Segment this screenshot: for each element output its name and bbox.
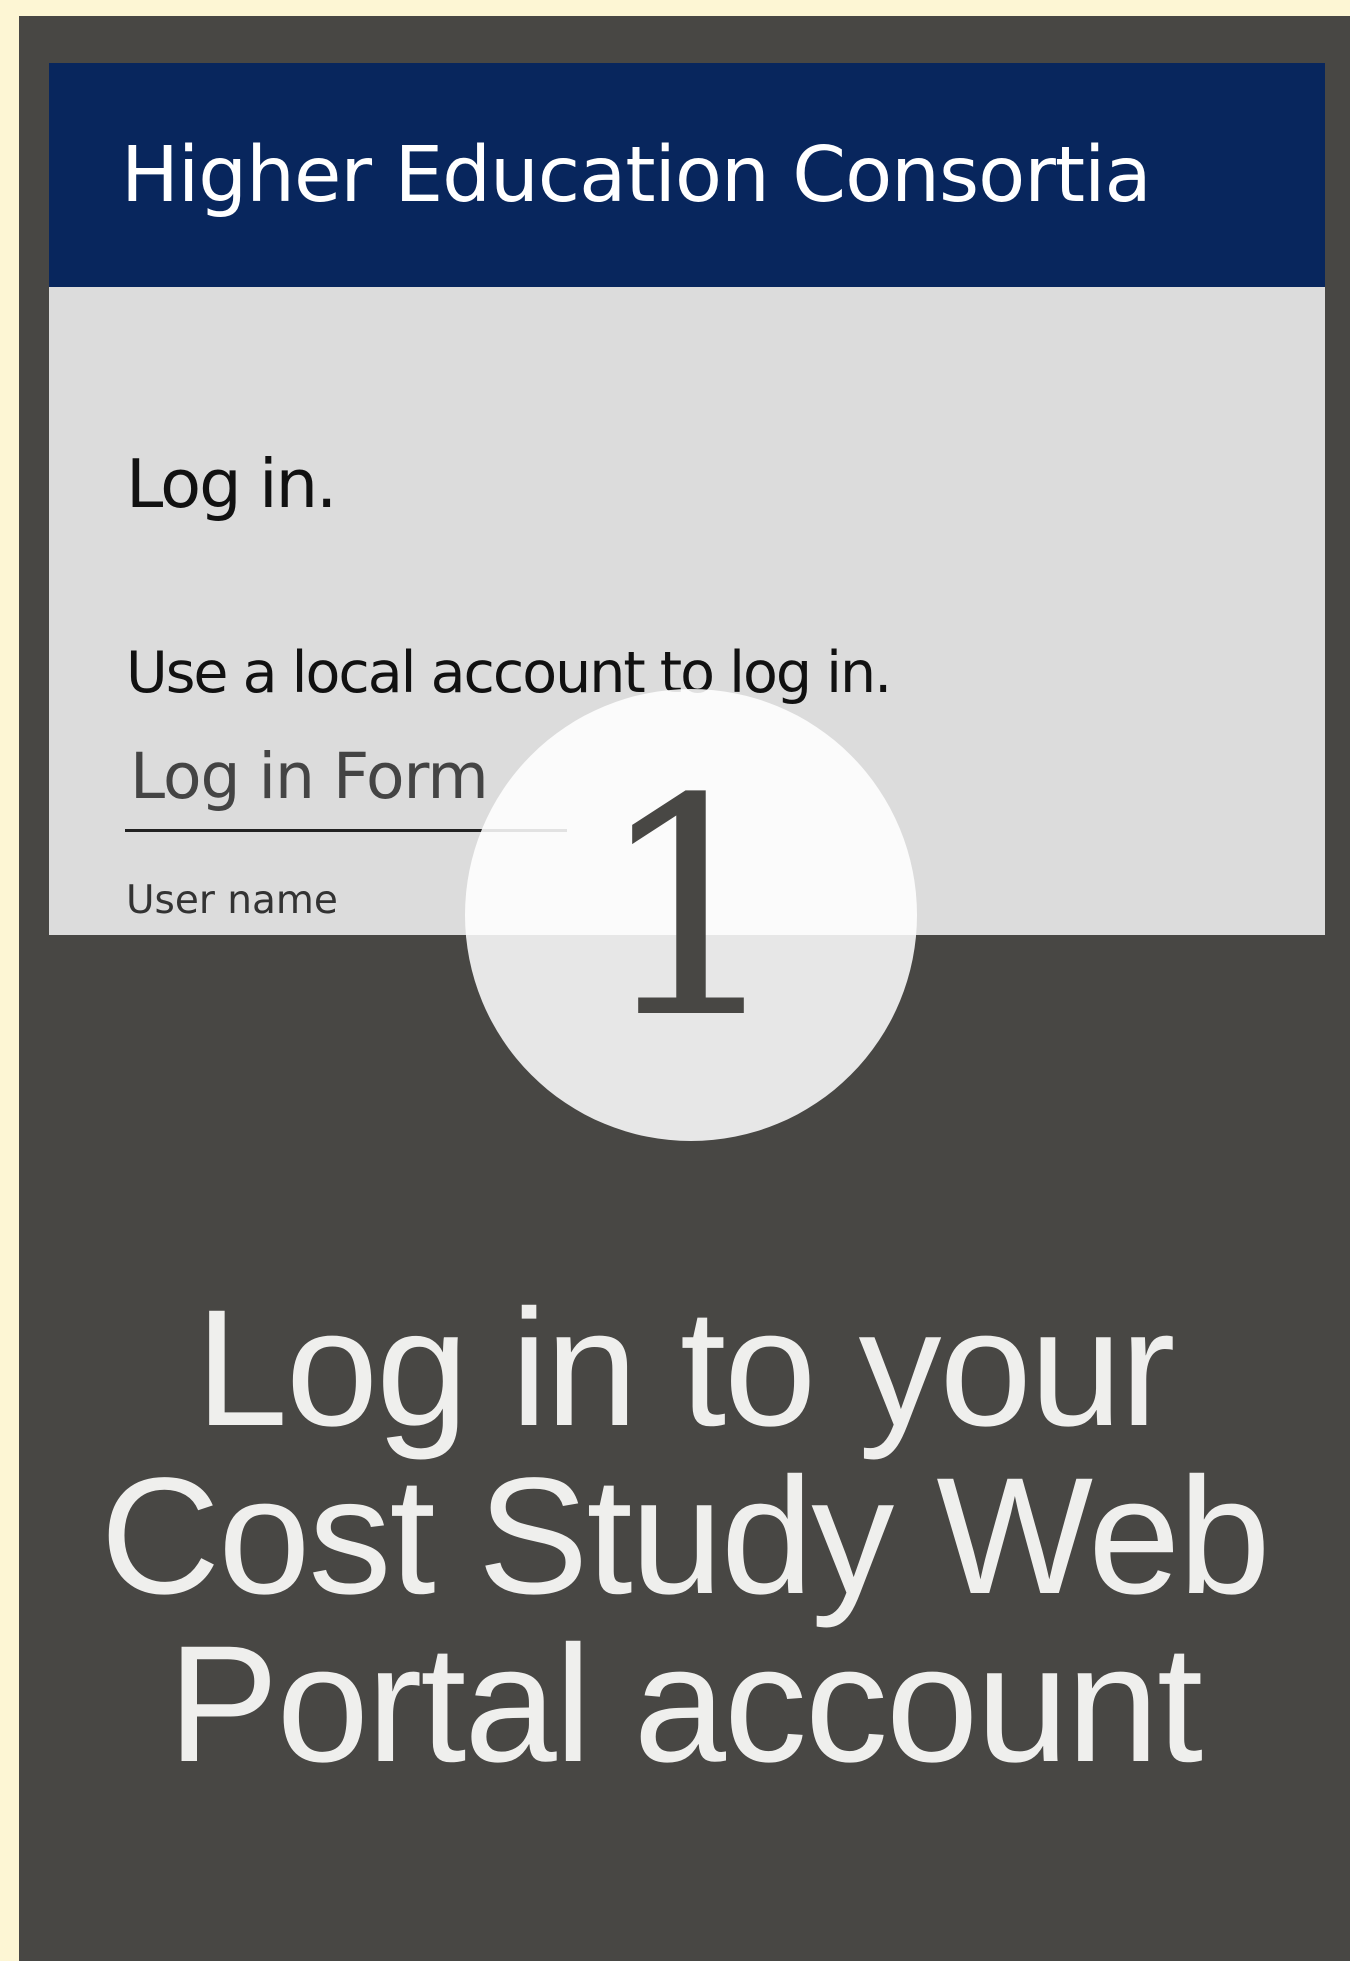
step-number-badge: 1 bbox=[465, 689, 917, 1141]
login-heading: Log in. bbox=[126, 445, 337, 523]
username-label: User name bbox=[126, 878, 338, 923]
caption-line-1: Log in to your bbox=[195, 1276, 1176, 1461]
login-form-legend: Log in Form bbox=[130, 740, 489, 813]
caption-line-2: Cost Study Web bbox=[100, 1444, 1270, 1629]
caption-line-3: Portal account bbox=[167, 1612, 1203, 1797]
step-caption: Log in to your Cost Study Web Portal acc… bbox=[19, 1285, 1350, 1789]
login-subheading: Use a local account to log in. bbox=[126, 640, 892, 706]
site-title[interactable]: Higher Education Consortia bbox=[121, 137, 1152, 214]
step-number: 1 bbox=[595, 735, 787, 1084]
site-header: Higher Education Consortia bbox=[49, 63, 1325, 287]
